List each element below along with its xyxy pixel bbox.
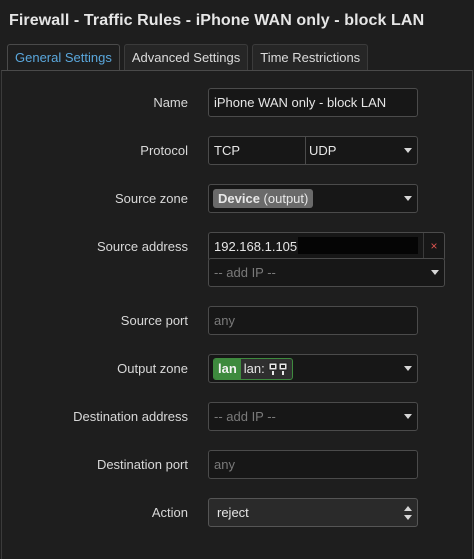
tab-advanced-settings[interactable]: Advanced Settings — [123, 44, 249, 71]
action-label: Action — [151, 505, 188, 520]
zone-chip-device-note: (output) — [263, 191, 309, 206]
action-value: reject — [217, 505, 249, 520]
source-port-label: Source port — [120, 313, 188, 328]
source-zone-select[interactable]: Device (output) — [208, 184, 418, 213]
chevron-down-icon — [431, 270, 439, 275]
protocol-option-tcp: TCP — [214, 143, 240, 158]
source-address-add-placeholder: -- add IP -- — [214, 265, 276, 280]
chevron-down-icon — [404, 196, 412, 201]
chevron-down-icon — [404, 148, 412, 153]
remove-address-button[interactable]: × — [423, 233, 444, 260]
destination-port-input[interactable]: any — [208, 450, 418, 479]
source-address-add-select[interactable]: -- add IP -- — [208, 258, 445, 287]
name-value: iPhone WAN only - block LAN — [214, 95, 387, 110]
chevron-down-icon — [404, 414, 412, 419]
protocol-label: Protocol — [140, 143, 188, 158]
source-zone-label: Source zone — [115, 191, 188, 206]
tab-bar: General Settings Advanced Settings Time … — [7, 44, 372, 71]
chevron-down-icon — [404, 366, 412, 371]
name-input[interactable]: iPhone WAN only - block LAN — [208, 88, 418, 117]
destination-port-placeholder: any — [214, 457, 235, 472]
protocol-select[interactable]: TCP UDP — [208, 136, 418, 165]
destination-address-placeholder: -- add IP -- — [214, 409, 276, 424]
action-select[interactable]: reject — [208, 498, 418, 527]
destination-port-label: Destination port — [96, 457, 188, 472]
tab-time-restrictions[interactable]: Time Restrictions — [252, 44, 369, 71]
zone-chip-device: Device (output) — [213, 189, 314, 208]
name-label: Name — [153, 95, 188, 110]
zone-chip-lan-text: lan: — [243, 361, 265, 376]
destination-address-label: Destination address — [73, 409, 188, 424]
page-title: Firewall - Traffic Rules - iPhone WAN on… — [9, 12, 425, 29]
source-address-value: 192.168.1.105 — [214, 239, 298, 254]
tab-general-settings[interactable]: General Settings — [7, 44, 120, 71]
network-icon — [268, 362, 288, 375]
output-zone-label: Output zone — [117, 361, 188, 376]
output-zone-select[interactable]: lan lan: — [208, 354, 418, 383]
zone-chip-lan-tag: lan — [214, 359, 241, 379]
protocol-divider — [305, 137, 306, 164]
protocol-option-udp: UDP — [309, 143, 337, 158]
redaction-bar — [298, 237, 418, 254]
traffic-rule-dialog: Firewall - Traffic Rules - iPhone WAN on… — [0, 0, 474, 559]
zone-chip-lan: lan lan: — [213, 358, 294, 380]
source-address-label: Source address — [96, 239, 188, 254]
destination-address-select[interactable]: -- add IP -- — [208, 402, 418, 431]
up-down-arrows-icon — [404, 506, 412, 520]
zone-chip-device-name: Device — [218, 191, 260, 206]
source-port-placeholder: any — [214, 313, 235, 328]
source-port-input[interactable]: any — [208, 306, 418, 335]
